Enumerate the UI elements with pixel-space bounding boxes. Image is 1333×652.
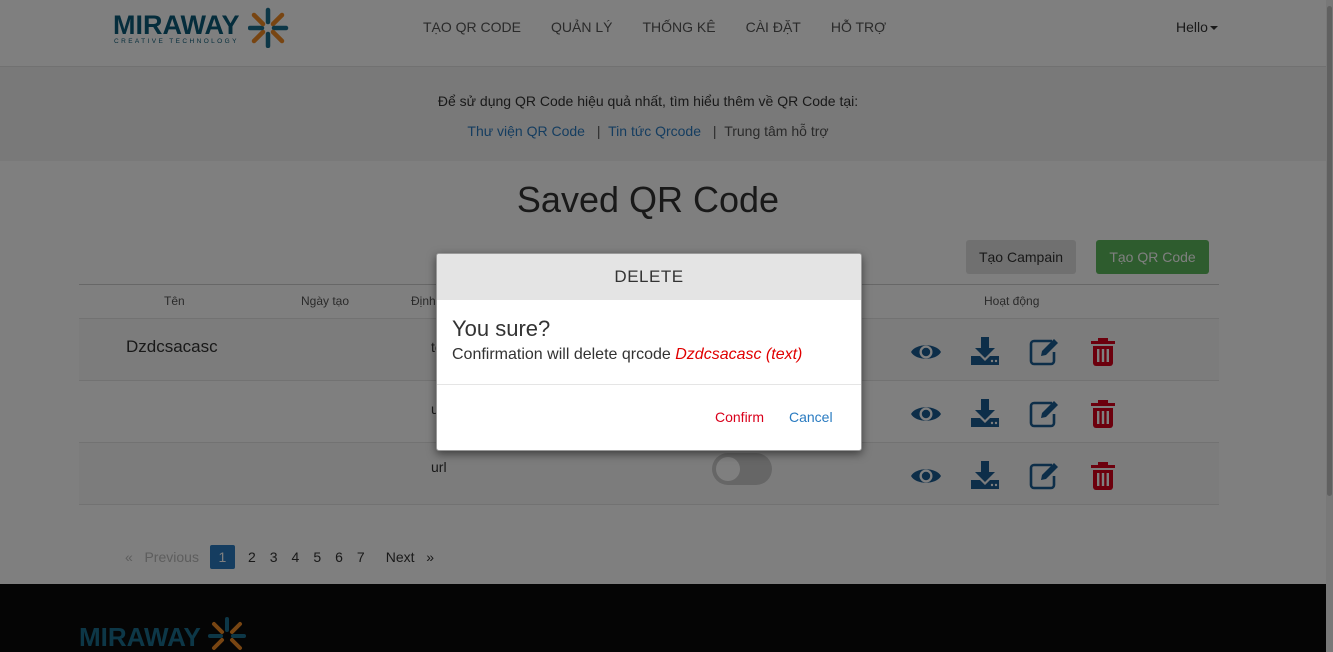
delete-dialog: DELETE You sure? Confirmation will delet… [436,253,862,451]
dialog-title: DELETE [437,254,861,300]
dialog-question: You sure? [452,316,551,341]
dialog-message-text: Confirmation will delete qrcode [452,346,671,363]
dialog-footer: Confirm Cancel [437,385,861,450]
dialog-message: Confirmation will delete qrcode Dzdcsaca… [452,346,802,364]
dialog-target: Dzdcsacasc (text) [675,346,803,363]
confirm-button[interactable]: Confirm [715,409,764,425]
cancel-button[interactable]: Cancel [789,409,833,425]
dialog-body: You sure? Confirmation will delete qrcod… [437,300,861,385]
